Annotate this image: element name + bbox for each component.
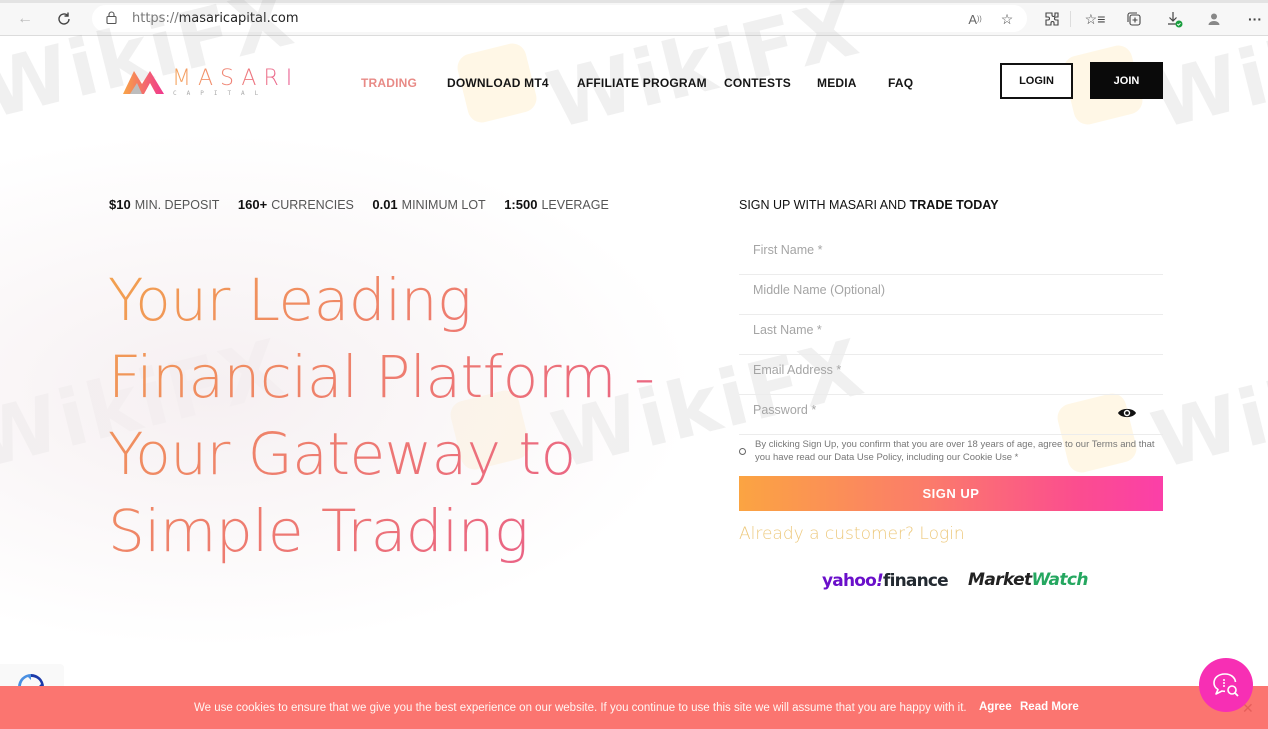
login-button[interactable]: LOGIN xyxy=(1000,63,1073,99)
first-name-field[interactable] xyxy=(739,235,1163,275)
already-customer-login-link[interactable]: Already a customer? Login xyxy=(739,524,965,544)
hero-headline: Your Leading Financial Platform - Your G… xyxy=(108,262,668,570)
add-favorite-icon[interactable]: ☆ xyxy=(997,9,1017,29)
nav-trading[interactable]: TRADING xyxy=(361,76,417,90)
middle-name-field[interactable] xyxy=(739,275,1163,315)
show-password-icon[interactable] xyxy=(1117,406,1137,420)
browser-toolbar: ← https://masaricapital.com A)) ☆ ☆≡ ··· xyxy=(0,0,1268,36)
yahoo-text: yahoo xyxy=(822,571,877,591)
first-name-input[interactable] xyxy=(753,243,1113,257)
yahoo-finance-logo: yahoo!finance xyxy=(822,571,949,591)
toolbar-divider xyxy=(1070,11,1071,27)
profile-icon[interactable] xyxy=(1204,9,1224,29)
headline-line: Your Leading xyxy=(108,266,472,334)
logo-subtext: CAPITAL xyxy=(173,90,269,97)
watch-text: Watch xyxy=(1031,570,1089,590)
address-bar[interactable]: https://masaricapital.com xyxy=(92,5,1027,32)
cookie-read-more-link[interactable]: Read More xyxy=(1020,701,1079,713)
collections-icon[interactable] xyxy=(1124,9,1144,29)
last-name-input[interactable] xyxy=(753,323,1113,337)
stat-currencies: 160+ CURRENCIES xyxy=(237,197,354,212)
read-aloud-icon[interactable]: A)) xyxy=(965,9,985,29)
nav-download-mt4[interactable]: DOWNLOAD MT4 xyxy=(447,76,549,90)
nav-affiliate-program[interactable]: AFFILIATE PROGRAM xyxy=(577,76,707,90)
join-button[interactable]: JOIN xyxy=(1090,62,1163,99)
chat-button[interactable] xyxy=(1199,658,1253,712)
email-field[interactable] xyxy=(739,355,1163,395)
headline-line: Simple Trading xyxy=(108,497,529,565)
password-input[interactable] xyxy=(753,403,1113,417)
nav-contests[interactable]: CONTESTS xyxy=(724,76,791,90)
consent-text: By clicking Sign Up, you confirm that yo… xyxy=(755,439,1155,463)
recaptcha-badge[interactable] xyxy=(0,664,64,700)
last-name-field[interactable] xyxy=(739,315,1163,355)
nav-faq[interactable]: FAQ xyxy=(888,76,913,90)
refresh-icon[interactable] xyxy=(53,8,75,30)
logo[interactable]: MASARI CAPITAL xyxy=(122,66,292,98)
logo-text: MASARI xyxy=(172,66,300,91)
stat-label: CURRENCIES xyxy=(271,198,354,212)
password-field[interactable] xyxy=(739,395,1163,435)
stat-label: LEVERAGE xyxy=(541,198,609,212)
cookie-agree-button[interactable]: Agree xyxy=(979,701,1012,713)
stat-label: MINIMUM LOT xyxy=(401,198,486,212)
middle-name-input[interactable] xyxy=(753,283,1113,297)
stat-leverage: 1:500 LEVERAGE xyxy=(504,197,609,212)
stat-value: $10 xyxy=(109,197,131,212)
yahoo-bang: ! xyxy=(876,571,884,591)
email-input[interactable] xyxy=(753,363,1113,377)
signup-title: SIGN UP WITH MASARI AND TRADE TODAY xyxy=(739,198,999,212)
logo-mark-icon xyxy=(123,71,164,94)
consent-checkbox[interactable] xyxy=(739,448,746,455)
extensions-icon[interactable] xyxy=(1042,9,1062,29)
marketwatch-logo: MarketWatch xyxy=(968,570,1089,590)
chat-search-icon xyxy=(1213,673,1239,697)
stats-bar: $10 MIN. DEPOSIT 160+ CURRENCIES 0.01 MINIM… xyxy=(109,197,624,212)
nav-media[interactable]: MEDIA xyxy=(817,76,857,90)
signup-title-normal: SIGN UP WITH MASARI AND xyxy=(739,198,910,212)
cookie-banner: We use cookies to ensure that we give yo… xyxy=(0,686,1268,729)
headline-line: Your Gateway to xyxy=(108,420,576,488)
headline-line: Financial Platform - xyxy=(108,343,655,411)
stat-value: 1:500 xyxy=(504,197,538,212)
cookie-message: We use cookies to ensure that we give yo… xyxy=(194,702,967,714)
signup-title-bold: TRADE TODAY xyxy=(909,198,999,212)
url-protocol: https:// xyxy=(132,11,179,26)
url-text[interactable]: https://masaricapital.com xyxy=(132,11,299,26)
stat-value: 160+ xyxy=(237,197,268,212)
finance-text: finance xyxy=(882,571,949,591)
market-text: Market xyxy=(968,570,1032,590)
signup-button[interactable]: SIGN UP xyxy=(739,476,1163,511)
url-host: masaricapital.com xyxy=(178,11,299,26)
stat-min-deposit: $10 MIN. DEPOSIT xyxy=(109,197,220,212)
downloads-icon[interactable] xyxy=(1165,9,1185,29)
back-icon[interactable]: ← xyxy=(14,8,36,30)
tab-strip-edge xyxy=(0,0,1268,3)
lock-icon[interactable] xyxy=(106,11,117,24)
more-icon[interactable]: ··· xyxy=(1245,9,1265,29)
stat-label: MIN. DEPOSIT xyxy=(134,198,220,212)
stat-value: 0.01 xyxy=(372,197,398,212)
favorites-icon[interactable]: ☆≡ xyxy=(1085,9,1106,29)
stat-minimum-lot: 0.01 MINIMUM LOT xyxy=(372,197,486,212)
